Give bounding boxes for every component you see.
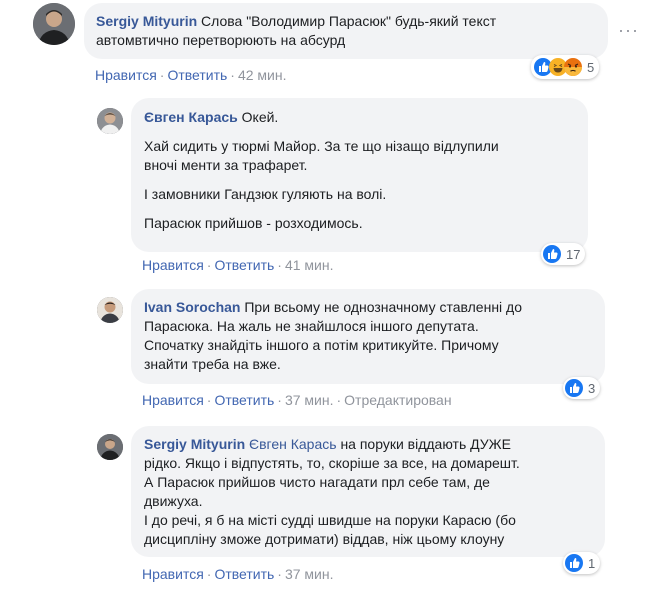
- avatar[interactable]: [97, 434, 123, 460]
- comment-author[interactable]: Ivan Sorochan: [144, 299, 240, 315]
- comment-text-line: І до речі, я б на місті судді швидше на …: [144, 512, 516, 528]
- angry-reaction-icon: [564, 58, 582, 76]
- more-options-icon[interactable]: ···: [618, 20, 639, 41]
- comment-actions: Нравится · Ответить · 41 мин.: [142, 257, 334, 273]
- mention-link[interactable]: Євген Карась: [249, 436, 337, 452]
- like-reaction-icon: [543, 245, 561, 263]
- reactions-summary[interactable]: 1: [563, 552, 601, 574]
- comment-paragraph-line: І замовники Гандзюк гуляють на волі.: [144, 186, 387, 202]
- reactions-summary[interactable]: 17: [541, 243, 586, 265]
- reply-link[interactable]: Ответить: [167, 67, 227, 83]
- like-link[interactable]: Нравится: [95, 67, 157, 83]
- reactions-summary[interactable]: 5: [531, 55, 600, 79]
- comment-timestamp[interactable]: 37 мин.: [285, 566, 334, 582]
- edited-label[interactable]: Отредактирован: [344, 392, 451, 408]
- avatar-photo: [33, 3, 75, 45]
- comment-text-line: знайти треба на вже.: [144, 356, 281, 372]
- comment-bubble: Sergiy Mityurin Євген Карась на поруки в…: [131, 426, 605, 557]
- reaction-count: 3: [588, 380, 596, 396]
- comment-timestamp[interactable]: 41 мин.: [285, 257, 334, 273]
- like-link[interactable]: Нравится: [142, 257, 204, 273]
- comment-text-line: движуха.: [144, 493, 203, 509]
- comment-text-line-2: автомвтично перетворюють на абсурд: [96, 32, 346, 48]
- comment-text-line-1: на поруки віддають ДУЖЕ: [340, 436, 511, 452]
- comment-text-line-1: Окей.: [241, 109, 279, 125]
- reaction-count: 5: [587, 59, 595, 75]
- comment-paragraph-line: Парасюк прийшов - розходимось.: [144, 215, 363, 231]
- comment-text-line-1: Слова "Володимир Парасюк" будь-який текс…: [201, 13, 497, 29]
- avatar[interactable]: [97, 108, 123, 134]
- avatar[interactable]: [33, 3, 75, 45]
- reply-link[interactable]: Ответить: [214, 566, 274, 582]
- like-reaction-icon: [565, 379, 583, 397]
- comment-actions: Нравится · Ответить · 42 мин.: [95, 67, 287, 83]
- avatar-photo: [97, 108, 123, 134]
- comment-actions: Нравится · Ответить · 37 мин. · Отредактирован: [142, 392, 452, 408]
- comment-timestamp[interactable]: 37 мин.: [285, 392, 334, 408]
- comment-bubble: Ivan Sorochan При всьому не однозначному…: [131, 289, 605, 384]
- reply-link[interactable]: Ответить: [214, 257, 274, 273]
- comment-paragraph-line: Хай сидить у тюрмі Майор. За те що нізащ…: [144, 138, 499, 154]
- like-link[interactable]: Нравится: [142, 566, 204, 582]
- comment-timestamp[interactable]: 42 мин.: [238, 67, 287, 83]
- comment-author[interactable]: Євген Карась: [144, 109, 238, 125]
- comment-author[interactable]: Sergiy Mityurin: [96, 13, 197, 29]
- comment-text-line: А Парасюк прийшов чисто нагадати прл себ…: [144, 474, 490, 490]
- comment-actions: Нравится · Ответить · 37 мин.: [142, 566, 334, 582]
- reply-link[interactable]: Ответить: [214, 392, 274, 408]
- reaction-count: 17: [566, 246, 581, 262]
- avatar-photo: [97, 434, 123, 460]
- comment-paragraph-line: вночі менти за трафарет.: [144, 157, 308, 173]
- avatar-photo: [97, 297, 123, 323]
- like-reaction-icon: [565, 554, 583, 572]
- comment-bubble: Євген Карась Окей. Хай сидить у тюрмі Ма…: [131, 98, 588, 252]
- comment-bubble: Sergiy Mityurin Слова "Володимир Парасюк…: [84, 3, 608, 59]
- comment-text-line: рідко. Якщо і відпустять, то, скоріше за…: [144, 455, 520, 471]
- like-link[interactable]: Нравится: [142, 392, 204, 408]
- comment-text-line-1: При всьому не однозначному ставленні до: [244, 299, 523, 315]
- avatar[interactable]: [97, 297, 123, 323]
- reaction-count: 1: [588, 555, 596, 571]
- reactions-summary[interactable]: 3: [563, 377, 601, 399]
- comment-text-line: дисципліну зможе дотримати) віддав, ніж …: [144, 531, 505, 547]
- comment-text-line: Спочатку знайдіть іншого а потім критику…: [144, 337, 499, 353]
- comment-author[interactable]: Sergiy Mityurin: [144, 436, 245, 452]
- comment-text-line: Парасюка. На жаль не знайшлося іншого де…: [144, 318, 479, 334]
